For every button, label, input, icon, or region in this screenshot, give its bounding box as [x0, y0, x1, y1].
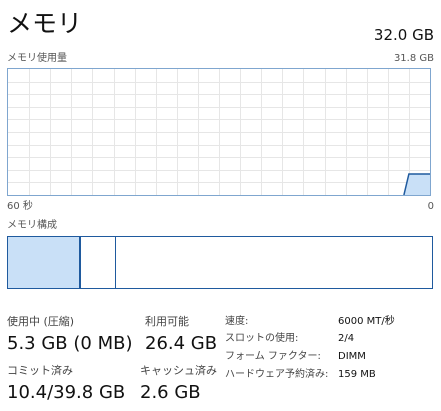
speed-value: 6000 MT/秒	[338, 316, 395, 327]
speed-label: 速度:	[225, 316, 249, 327]
composition-label: メモリ構成	[7, 220, 57, 231]
composition-modified-segment[interactable]	[81, 237, 116, 288]
cached-value: 2.6 GB	[140, 382, 201, 403]
committed-value: 10.4/39.8 GB	[7, 382, 126, 403]
in-use-value: 5.3 GB (0 MB)	[7, 333, 133, 354]
composition-in-use-segment[interactable]	[8, 237, 81, 288]
committed-label: コミット済み	[7, 364, 73, 377]
composition-standby-segment[interactable]	[116, 237, 432, 288]
available-value: 26.4 GB	[145, 333, 218, 354]
slots-label: スロットの使用:	[225, 333, 299, 344]
form-factor-label: フォーム ファクター:	[225, 351, 321, 362]
chart-grid	[8, 69, 430, 195]
time-axis-right-label: 0	[427, 201, 434, 212]
hardware-reserved-value: 159 MB	[338, 369, 376, 380]
memory-usage-plot	[8, 69, 430, 195]
cached-label: キャッシュ済み	[140, 364, 217, 377]
hardware-reserved-label: ハードウェア予約済み:	[225, 369, 329, 380]
form-factor-value: DIMM	[338, 351, 366, 362]
usage-chart-max: 31.8 GB	[393, 53, 434, 64]
memory-usage-chart	[7, 68, 431, 196]
page-title: メモリ	[7, 9, 83, 38]
in-use-label: 使用中 (圧縮)	[7, 315, 75, 328]
available-label: 利用可能	[145, 315, 189, 328]
slots-value: 2/4	[338, 333, 355, 344]
total-memory: 32.0 GB	[373, 26, 434, 44]
memory-composition-bar[interactable]	[7, 236, 433, 289]
time-axis-left-label: 60 秒	[7, 201, 33, 212]
usage-chart-label: メモリ使用量	[7, 53, 67, 64]
